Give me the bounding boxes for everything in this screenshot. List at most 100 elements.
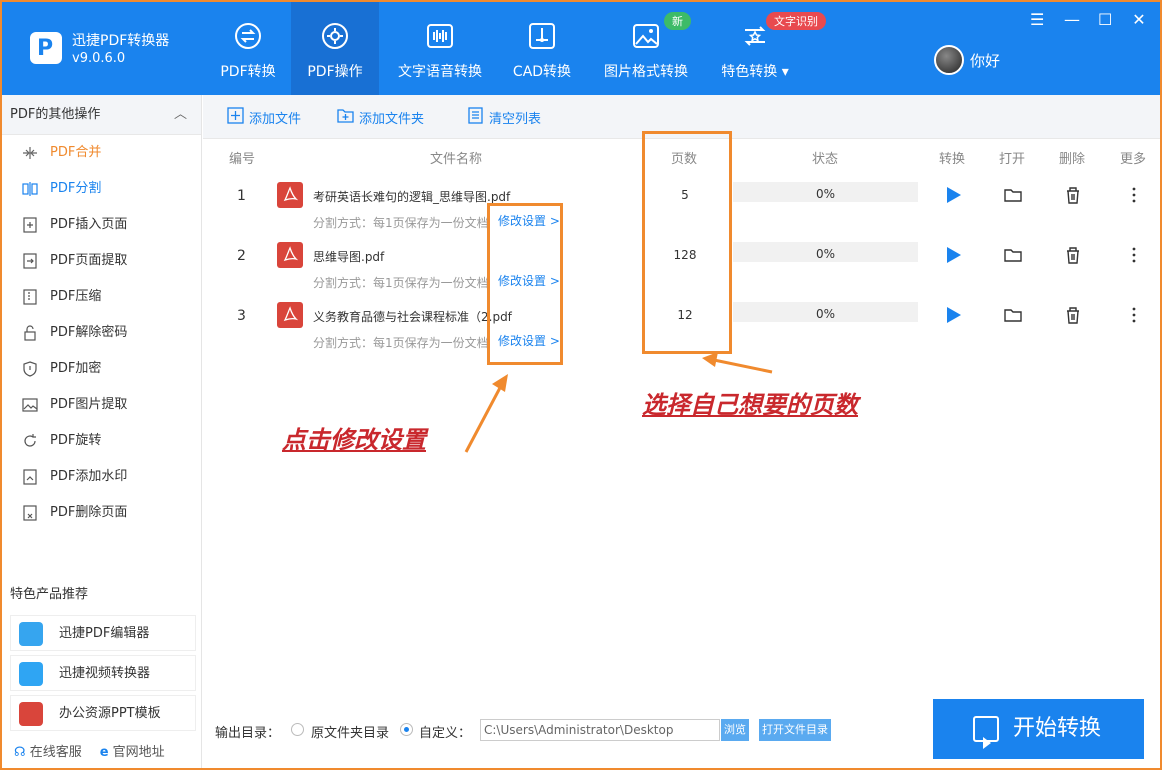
sidebar-title: PDF的其他操作 (10, 107, 101, 122)
sidebar-header[interactable]: PDF的其他操作 ︿ (2, 95, 201, 135)
website-link[interactable]: e 官网地址 (100, 741, 165, 760)
online-service-link[interactable]: ☊ 在线客服 (14, 741, 82, 760)
sidebar-item-watermark[interactable]: PDF添加水印 (2, 459, 201, 495)
arrow-head-modify (492, 374, 508, 392)
ppt-template-icon (19, 702, 43, 726)
play-icon[interactable] (942, 184, 964, 206)
more-options-icon[interactable] (1123, 184, 1145, 206)
avatar[interactable] (934, 45, 964, 75)
image-icon (633, 24, 659, 48)
cad-icon (529, 23, 555, 49)
nav-cad[interactable]: CAD转换 (502, 2, 582, 95)
nav-label: PDF操作 (307, 64, 363, 80)
nav-label: 特色转换 ▾ (721, 64, 789, 80)
sidebar-item-label: PDF添加水印 (50, 469, 128, 484)
split-mode: 分割方式：每1页保存为一份文档 (313, 216, 489, 230)
rotate-icon (24, 434, 36, 447)
browse-button[interactable]: 浏览 (721, 719, 749, 741)
open-folder-icon[interactable] (1002, 304, 1024, 326)
maximize-icon[interactable]: ☐ (1098, 10, 1112, 29)
output-path-input[interactable] (480, 719, 720, 741)
sidebar-item-label: PDF压缩 (50, 289, 102, 304)
ocr-badge: 文字识别 (766, 12, 826, 30)
add-folder-icon (337, 109, 354, 123)
app-version: v9.0.6.0 (72, 51, 126, 66)
audio-wave-icon (427, 24, 453, 48)
nav-text-speech[interactable]: 文字语音转换 (392, 2, 488, 95)
convert-icon (235, 23, 261, 49)
pdf-editor-icon (19, 622, 43, 646)
ie-icon: e (99, 745, 109, 760)
clear-list-icon (468, 107, 483, 124)
menu-icon[interactable]: ☰ (1030, 10, 1044, 29)
sidebar: PDF的其他操作 ︿ PDF合并 PDF分割 PDF插入页面 PDF页面提取 P… (2, 95, 202, 768)
app-name: 迅捷PDF转换器 (72, 33, 170, 49)
row-number: 1 (237, 188, 246, 204)
sidebar-item-delete-page[interactable]: PDF删除页面 (2, 495, 201, 531)
trash-icon[interactable] (1062, 304, 1084, 326)
header-open: 打开 (999, 152, 1026, 167)
merge-icon (23, 147, 37, 159)
sidebar-item-unlock[interactable]: PDF解除密码 (2, 315, 201, 351)
watermark-icon (23, 469, 37, 485)
sidebar-item-compress[interactable]: PDF压缩 (2, 279, 201, 315)
unlock-icon (24, 325, 36, 341)
sidebar-item-label: PDF分割 (50, 181, 102, 196)
trash-icon[interactable] (1062, 184, 1084, 206)
nav-label: PDF转换 (220, 64, 276, 80)
add-file-button[interactable]: 添加文件 (227, 107, 301, 127)
headset-icon: ☊ (14, 745, 26, 760)
chevron-down-icon: ▾ (781, 64, 789, 80)
sidebar-item-split[interactable]: PDF分割 (2, 171, 201, 207)
product-video-converter[interactable]: 迅捷视频转换器 (10, 655, 196, 691)
arrow-to-pages (713, 358, 773, 374)
progress-percent: 0% (815, 247, 836, 261)
app-header: P 迅捷PDF转换器 v9.0.6.0 PDF转换 PDF操作 文字语音转换 C… (2, 2, 1160, 95)
add-folder-button[interactable]: 添加文件夹 (337, 108, 424, 127)
sidebar-item-extract-page[interactable]: PDF页面提取 (2, 243, 201, 279)
sidebar-item-merge[interactable]: PDF合并 (2, 135, 201, 171)
user-name[interactable]: 你好 (970, 50, 1000, 71)
file-name: 思维导图.pdf (313, 250, 385, 264)
minimize-icon[interactable]: — (1064, 10, 1080, 29)
product-pdf-editor[interactable]: 迅捷PDF编辑器 (10, 615, 196, 651)
more-options-icon[interactable] (1123, 304, 1145, 326)
file-name: 考研英语长难句的逻辑_思维导图.pdf (313, 190, 511, 204)
split-mode: 分割方式：每1页保存为一份文档 (313, 336, 489, 350)
nav-label: 文字语音转换 (398, 64, 482, 80)
shield-icon (23, 361, 37, 377)
start-convert-button[interactable]: 开始转换 (933, 699, 1144, 759)
annotation-choose-pages: 选择自己想要的页数 (642, 391, 858, 419)
play-square-icon (973, 716, 999, 749)
play-icon[interactable] (942, 244, 964, 266)
radio-original-folder[interactable] (291, 723, 304, 736)
trash-icon[interactable] (1062, 244, 1084, 266)
close-icon[interactable]: ✕ (1132, 10, 1146, 29)
header-filename: 文件名称 (430, 152, 483, 167)
app-logo: P (30, 32, 62, 64)
sidebar-item-rotate[interactable]: PDF旋转 (2, 423, 201, 459)
play-icon[interactable] (942, 304, 964, 326)
sidebar-item-label: PDF插入页面 (50, 217, 128, 232)
open-folder-icon[interactable] (1002, 184, 1024, 206)
split-icon (22, 182, 38, 196)
chevron-up-icon[interactable]: ︿ (174, 95, 187, 135)
header-convert: 转换 (939, 152, 966, 167)
clear-list-button[interactable]: 清空列表 (467, 107, 541, 127)
new-badge: 新 (664, 12, 691, 30)
nav-pdf-operation[interactable]: PDF操作 (291, 2, 379, 95)
radio-custom-folder[interactable] (400, 723, 413, 736)
nav-pdf-convert[interactable]: PDF转换 (207, 2, 289, 95)
arrow-to-modify (464, 383, 504, 453)
header-more: 更多 (1120, 152, 1147, 167)
open-folder-icon[interactable] (1002, 244, 1024, 266)
open-dir-button[interactable]: 打开文件目录 (759, 719, 831, 741)
product-label: 迅捷视频转换器 (59, 666, 151, 681)
sidebar-item-label: PDF图片提取 (50, 397, 128, 412)
sidebar-item-image-extract[interactable]: PDF图片提取 (2, 387, 201, 423)
more-options-icon[interactable] (1123, 244, 1145, 266)
sidebar-item-insert-page[interactable]: PDF插入页面 (2, 207, 201, 243)
radio-custom-label: 自定义： (419, 726, 472, 741)
sidebar-item-encrypt[interactable]: PDF加密 (2, 351, 201, 387)
product-ppt-templates[interactable]: 办公资源PPT模板 (10, 695, 196, 731)
